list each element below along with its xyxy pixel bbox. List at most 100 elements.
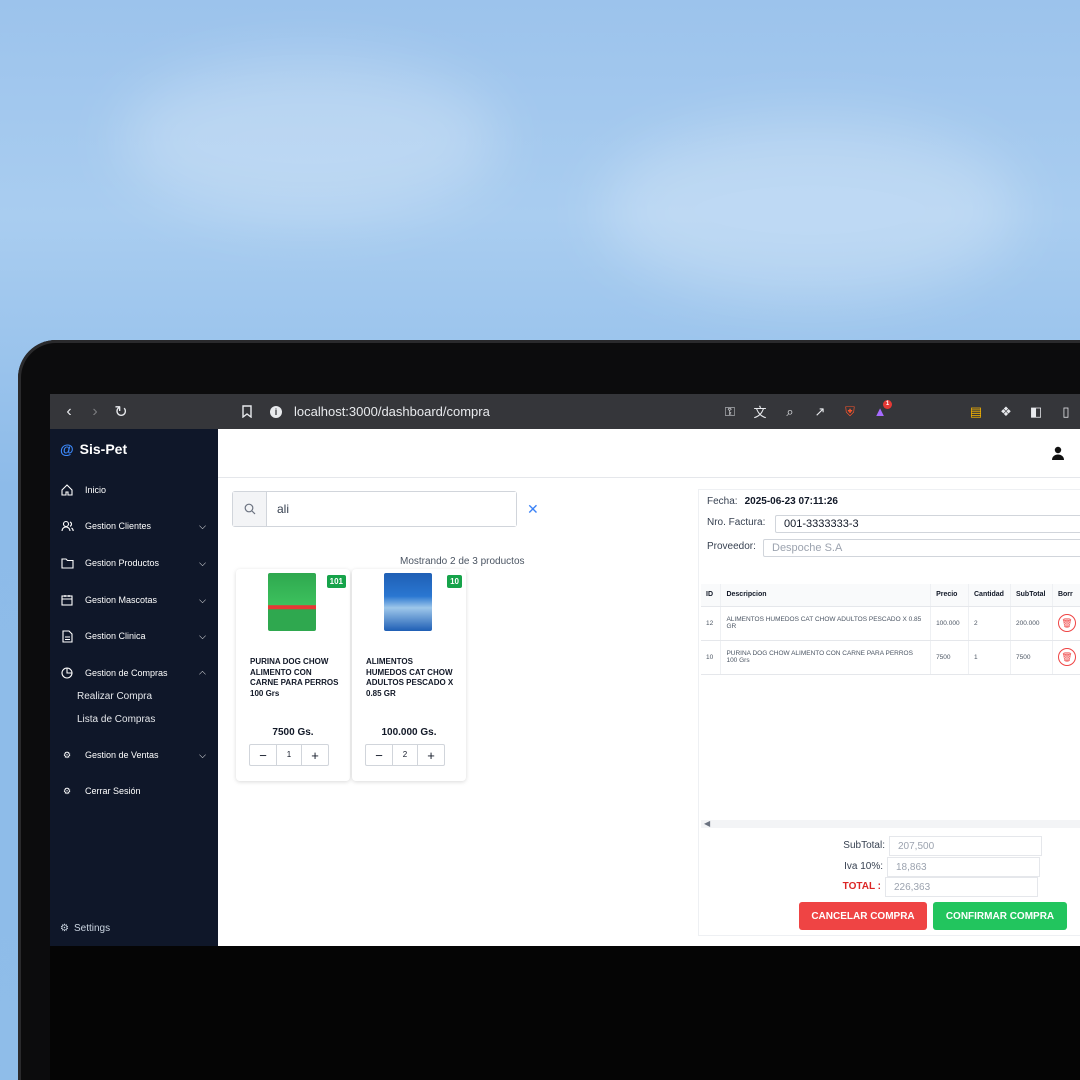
product-name: ALIMENTOS HUMEDOS CAT CHOW ADULTOS PESCA…	[366, 657, 454, 698]
cell-quantity: 1	[968, 640, 1011, 675]
gear-icon: ⚙	[60, 923, 69, 934]
zoom-icon[interactable]: ⌕	[780, 404, 800, 420]
column-header: Descripcion	[720, 584, 932, 607]
stock-badge: 101	[326, 575, 346, 588]
chevron-up-icon[interactable]: ⌵	[199, 668, 206, 679]
sidebar-toggle-icon[interactable]: ◧	[1026, 404, 1046, 420]
chevron-down-icon[interactable]: ⌵	[199, 750, 206, 761]
product-price: 100.000 Gs.	[381, 727, 437, 738]
clear-search-icon[interactable]: ✕	[527, 501, 539, 518]
sidebar-item-gestion-ventas[interactable]: ⚙ Gestion de Ventas ⌵	[60, 745, 210, 765]
chevron-down-icon[interactable]: ⌵	[199, 558, 206, 569]
cell-quantity: 2	[968, 606, 1011, 641]
quantity-value[interactable]: 1	[276, 744, 302, 766]
calendar-icon	[60, 593, 74, 607]
sidebar-item-label: Gestion de Compras	[85, 668, 168, 678]
extension-icon[interactable]: ▤	[966, 404, 986, 420]
product-search	[232, 491, 517, 527]
search-input[interactable]	[267, 492, 516, 526]
brave-shield-icon[interactable]: ⛨	[840, 404, 860, 420]
column-header: SubTotal	[1010, 584, 1053, 607]
quantity-value[interactable]: 2	[392, 744, 418, 766]
laptop-bottom-bezel	[50, 946, 1080, 1080]
sidebar-item-gestion-clinica[interactable]: Gestion Clinica ⌵	[60, 626, 210, 646]
purchase-table: ID Descripcion Precio Cantidad SubTotal …	[701, 584, 1080, 675]
brave-rewards-icon[interactable]: ▲ 1	[870, 400, 892, 419]
cell-price: 7500	[930, 640, 969, 675]
product-image	[268, 573, 316, 631]
browser-actions: ⚿ 文 ⌕ ↗ ⛨ ▲ 1 ▤ ❖ ◧ ▯	[720, 394, 1080, 429]
user-icon[interactable]	[1050, 445, 1066, 461]
sidebar-item-label: Gestion de Ventas	[85, 750, 159, 760]
laptop-screen: ‹ › ↻ i localhost:3000/dashboard/compra …	[50, 394, 1080, 946]
quantity-stepper: − 1 +	[249, 744, 329, 766]
scroll-left-icon[interactable]: ◀	[704, 819, 710, 828]
trash-icon[interactable]: 🗑	[1057, 614, 1076, 632]
app-brand[interactable]: @ Sis-Pet	[60, 441, 127, 457]
product-card[interactable]: 10 ALIMENTOS HUMEDOS CAT CHOW ADULTOS PE…	[352, 569, 466, 781]
decrement-button[interactable]: −	[366, 748, 392, 763]
chevron-down-icon[interactable]: ⌵	[199, 631, 206, 642]
chevron-down-icon[interactable]: ⌵	[199, 595, 206, 606]
cell-description: PURINA DOG CHOW ALIMENTO CON CARNE PARA …	[720, 640, 932, 675]
menu-icon[interactable]: ▯	[1056, 404, 1076, 420]
column-header: Cantidad	[968, 584, 1011, 607]
cell-description: ALIMENTOS HUMEDOS CAT CHOW ADULTOS PESCA…	[720, 606, 932, 641]
sidebar-item-gestion-mascotas[interactable]: Gestion Mascotas ⌵	[60, 590, 210, 610]
date-label: Fecha:	[707, 496, 738, 507]
supplier-field[interactable]: Despoche S.A	[763, 539, 1080, 557]
bookmark-icon[interactable]	[234, 399, 260, 425]
sidebar-item-label: Inicio	[85, 485, 107, 495]
home-icon	[60, 483, 74, 497]
sidebar-subitem-realizar-compra[interactable]: Realizar Compra	[77, 691, 152, 702]
sidebar-item-gestion-compras[interactable]: Gestion de Compras ⌵	[60, 663, 210, 683]
settings-label: Settings	[73, 923, 111, 934]
trash-icon[interactable]: 🗑	[1057, 648, 1076, 666]
translate-icon[interactable]: 文	[750, 402, 770, 421]
sidebar-item-gestion-clientes[interactable]: Gestion Clientes ⌵	[60, 516, 210, 536]
search-icon	[233, 492, 267, 526]
invoice-number-field[interactable]: 001-3333333-3	[775, 515, 1080, 533]
date-row: Fecha: 2025-06-23 07:11:26	[707, 496, 838, 507]
confirm-purchase-button[interactable]: CONFIRMAR COMPRA	[933, 902, 1067, 930]
browser-toolbar: ‹ › ↻ i localhost:3000/dashboard/compra …	[50, 394, 1080, 429]
sidebar-item-gestion-productos[interactable]: Gestion Productos ⌵	[60, 553, 210, 573]
sidebar-item-cerrar-sesion[interactable]: ⚙ Cerrar Sesión	[60, 781, 210, 801]
quantity-stepper: − 2 +	[365, 744, 445, 766]
password-key-icon[interactable]: ⚿	[720, 404, 740, 420]
sidebar-subitem-lista-compras[interactable]: Lista de Compras	[77, 714, 155, 725]
chevron-down-icon[interactable]: ⌵	[199, 521, 206, 532]
settings-link[interactable]: ⚙ Settings	[60, 923, 110, 934]
sidebar-item-inicio[interactable]: Inicio	[60, 480, 210, 500]
reload-icon[interactable]: ↻	[108, 399, 134, 425]
puzzle-icon[interactable]: ❖	[996, 404, 1016, 420]
background-cloud	[600, 120, 1020, 300]
horizontal-scrollbar[interactable]: ◀	[701, 819, 1080, 828]
subtotal-field: 207,500	[889, 836, 1042, 856]
iva-field: 18,863	[887, 857, 1040, 877]
cell-delete: 🗑	[1052, 640, 1080, 675]
rewards-badge: 1	[883, 400, 892, 409]
cell-price: 100.000	[930, 606, 969, 641]
table-row: 12 ALIMENTOS HUMEDOS CAT CHOW ADULTOS PE…	[701, 606, 1080, 641]
forward-icon[interactable]: ›	[82, 399, 108, 425]
share-icon[interactable]: ↗	[810, 404, 830, 420]
users-icon	[60, 519, 74, 533]
table-row: 10 PURINA DOG CHOW ALIMENTO CON CARNE PA…	[701, 640, 1080, 675]
top-header	[218, 429, 1080, 478]
site-info-icon[interactable]: i	[270, 405, 282, 418]
cell-id: 10	[701, 640, 722, 675]
total-label: TOTAL :	[842, 881, 881, 892]
sidebar: @ Sis-Pet Inicio Gestion Clientes ⌵ Gest…	[50, 429, 218, 946]
cancel-purchase-button[interactable]: CANCELAR COMPRA	[799, 902, 927, 930]
subtotal-label: SubTotal:	[843, 840, 885, 851]
date-value: 2025-06-23 07:11:26	[744, 496, 838, 507]
pie-chart-icon	[60, 666, 74, 680]
increment-button[interactable]: +	[302, 748, 328, 763]
increment-button[interactable]: +	[418, 748, 444, 763]
brand-name: Sis-Pet	[79, 441, 128, 457]
background-cloud	[120, 60, 500, 220]
decrement-button[interactable]: −	[250, 748, 276, 763]
product-card[interactable]: 101 PURINA DOG CHOW ALIMENTO CON CARNE P…	[236, 569, 350, 781]
back-icon[interactable]: ‹	[56, 399, 82, 425]
